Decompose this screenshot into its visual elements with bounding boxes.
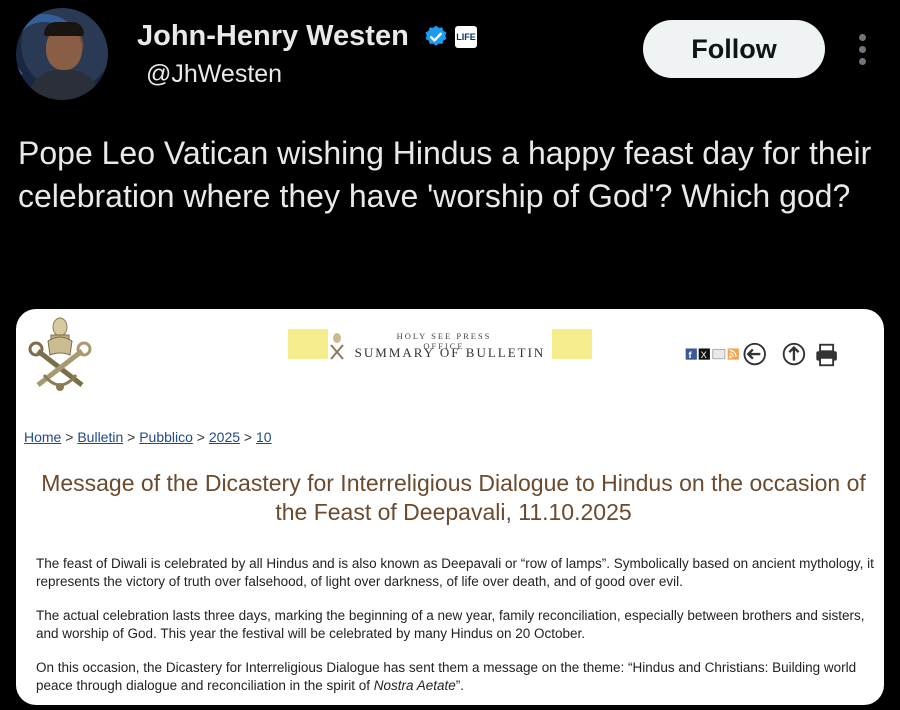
press-office-header: HOLY SEE PRESS OFFICE SUMMARY OF BULLETI… [278, 325, 598, 375]
back-icon[interactable] [743, 342, 766, 366]
breadcrumb-year[interactable]: 2025 [209, 429, 240, 445]
more-options-icon[interactable] [855, 34, 869, 68]
papal-emblem-icon [28, 317, 92, 391]
verified-badge-icon [425, 25, 447, 46]
breadcrumb-pubblico[interactable]: Pubblico [139, 429, 193, 445]
image-attachment[interactable]: HOLY SEE PRESS OFFICE SUMMARY OF BULLETI… [16, 309, 884, 705]
facebook-icon[interactable]: f [685, 348, 697, 360]
x-icon[interactable]: X [698, 348, 710, 360]
paragraph-2: The actual celebration lasts three days,… [36, 608, 865, 641]
email-icon[interactable] [712, 348, 726, 360]
print-icon[interactable] [816, 343, 837, 367]
breadcrumb-bulletin[interactable]: Bulletin [77, 429, 123, 445]
follow-button[interactable]: Follow [643, 20, 825, 78]
breadcrumb-month[interactable]: 10 [256, 429, 272, 445]
breadcrumb: Home > Bulletin > Pubblico > 2025 > 10 [24, 429, 272, 445]
rss-icon[interactable] [727, 348, 739, 360]
paragraph-1: The feast of Diwali is celebrated by all… [36, 556, 874, 589]
top-icon[interactable] [782, 342, 806, 366]
paragraph-3: On this occasion, the Dicastery for Inte… [36, 660, 857, 693]
author-handle[interactable]: @JhWesten [146, 60, 282, 89]
tweet-text: Pope Leo Vatican wishing Hindus a happy … [18, 135, 872, 214]
breadcrumb-home[interactable]: Home [24, 429, 61, 445]
nostra-aetate-italic: Nostra Aetate [373, 677, 456, 693]
keys-emblem-icon [330, 333, 344, 360]
author-name[interactable]: John-Henry Westen [137, 20, 409, 53]
share-toolbar: f X [685, 342, 837, 367]
bulletin-title: Message of the Dicastery for Interreligi… [41, 470, 866, 525]
avatar[interactable] [16, 8, 108, 100]
bulletin-label: SUMMARY OF BULLETIN [354, 345, 546, 360]
svg-text:X: X [701, 350, 708, 360]
affiliate-badge[interactable]: LIFE [455, 26, 477, 48]
